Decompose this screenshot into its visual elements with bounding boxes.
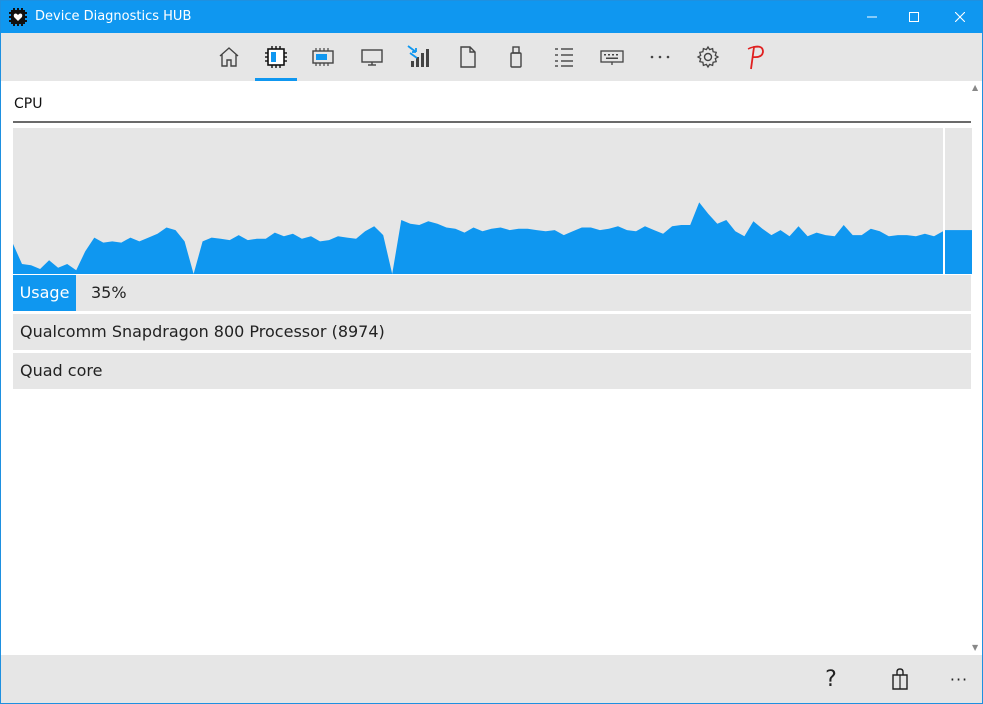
title-bar[interactable]: Device Diagnostics HUB [1,1,982,33]
nav-usb[interactable] [493,33,539,81]
more-label: ··· [949,669,969,689]
nav-settings[interactable] [685,33,731,81]
nav-input[interactable] [589,33,635,81]
nav-memory[interactable] [300,33,346,81]
core-count: Quad core [20,361,103,380]
window-title: Device Diagnostics HUB [35,9,192,24]
cpu-icon [265,46,287,68]
usage-label: Usage [13,275,76,311]
title-divider [13,121,971,123]
nav-home[interactable] [206,33,252,81]
usb-drive-icon [510,46,522,68]
processor-row: Qualcomm Snapdragon 800 Processor (8974) [13,314,971,350]
store-button[interactable] [880,661,920,697]
usage-value: 35% [91,283,127,302]
nav-cpu[interactable] [253,33,299,81]
help-label: ? [825,666,837,692]
minimize-button[interactable] [849,1,895,33]
nav-more[interactable] [637,33,683,81]
scroll-down-icon[interactable]: ▼ [972,643,978,652]
scroll-up-icon[interactable]: ▲ [972,83,978,92]
document-icon [460,46,476,68]
heart-chip-icon [9,8,27,26]
cpu-page: CPU ▲ Usage 35% Qualcomm Snapdragon 800 … [1,81,982,655]
help-button[interactable]: ? [811,661,851,697]
processor-name: Qualcomm Snapdragon 800 Processor (8974) [20,322,385,341]
app-window: Device Diagnostics HUB CPU ▲ Usage 35% Q… [0,0,983,704]
cpu-usage-chart [13,128,972,274]
shopping-bag-icon [892,668,908,690]
nav-display[interactable] [349,33,395,81]
current-usage-bar [945,230,972,274]
cores-row: Quad core [13,353,971,389]
memory-icon [312,48,334,66]
nav-p-logo[interactable] [733,33,779,81]
category-nav [1,33,982,81]
p-logo-icon [747,45,764,70]
command-bar: ? ··· [1,655,982,703]
more-button[interactable]: ··· [939,661,979,697]
maximize-button[interactable] [891,1,937,33]
more-icon [650,55,670,59]
nav-network[interactable] [396,33,442,81]
display-icon [361,49,383,66]
nav-list[interactable] [541,33,587,81]
gear-icon [696,45,720,69]
page-title: CPU [14,96,43,112]
network-icon [407,45,429,67]
close-button[interactable] [937,1,982,33]
nav-storage[interactable] [445,33,491,81]
home-icon [219,47,239,67]
usage-row: Usage 35% [13,275,971,311]
list-icon [555,48,573,67]
keyboard-icon [600,50,624,65]
